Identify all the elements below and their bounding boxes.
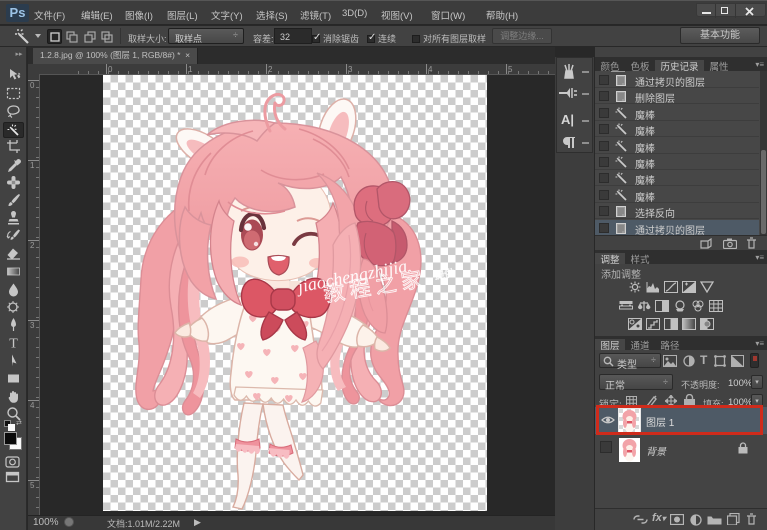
svg-text:T: T <box>9 337 18 351</box>
svg-text:提供: 提供 <box>433 266 455 282</box>
